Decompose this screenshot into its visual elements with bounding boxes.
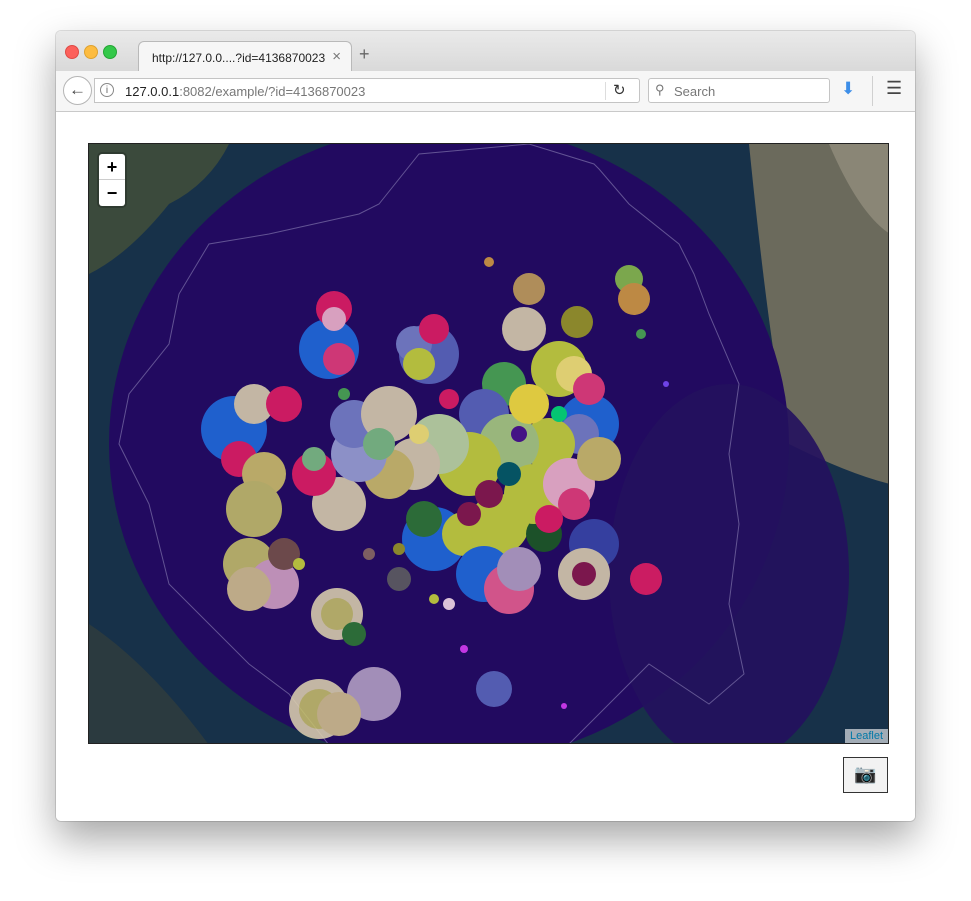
point — [573, 373, 605, 405]
zoom-window-button[interactable] — [103, 45, 117, 59]
back-button[interactable]: ← — [63, 76, 92, 105]
point — [513, 273, 545, 305]
point — [630, 563, 662, 595]
point — [502, 307, 546, 351]
title-bar: http://127.0.0....?id=4136870023 × + — [56, 31, 915, 72]
map-canvas — [89, 144, 888, 743]
search-field[interactable]: ⚲ Search — [648, 78, 830, 103]
point — [419, 314, 449, 344]
point — [338, 388, 350, 400]
point — [663, 381, 669, 387]
point — [293, 558, 305, 570]
screenshot-button[interactable]: 📷 — [843, 757, 888, 793]
search-icon: ⚲ — [655, 82, 665, 97]
url-text[interactable]: 127.0.0.1:8082/example/?id=4136870023 — [125, 84, 365, 99]
point — [403, 348, 435, 380]
new-tab-button[interactable]: + — [359, 45, 370, 63]
browser-tab[interactable]: http://127.0.0....?id=4136870023 × — [138, 41, 352, 72]
zoom-out-button[interactable]: − — [99, 180, 125, 206]
zoom-in-button[interactable]: + — [99, 154, 125, 180]
point — [476, 671, 512, 707]
point — [558, 488, 590, 520]
map-container[interactable]: + − Leaflet — [88, 143, 889, 744]
point — [226, 481, 282, 537]
camera-icon: 📷 — [854, 764, 877, 784]
point — [266, 386, 302, 422]
tab-title: http://127.0.0....?id=4136870023 — [152, 51, 326, 65]
point — [443, 598, 455, 610]
close-window-button[interactable] — [65, 45, 79, 59]
browser-window: http://127.0.0....?id=4136870023 × + ← i… — [56, 31, 915, 821]
point — [227, 567, 271, 611]
point — [475, 480, 503, 508]
point — [457, 502, 481, 526]
point — [342, 622, 366, 646]
point — [460, 645, 468, 653]
minimize-window-button[interactable] — [84, 45, 98, 59]
point — [387, 567, 411, 591]
point — [577, 437, 621, 481]
url-path: :8082/example/?id=4136870023 — [179, 84, 366, 99]
nav-toolbar: ← i 127.0.0.1:8082/example/?id=413687002… — [56, 71, 915, 112]
point — [484, 257, 494, 267]
point — [302, 447, 326, 471]
url-bar[interactable]: i 127.0.0.1:8082/example/?id=4136870023 … — [94, 78, 640, 103]
point — [323, 343, 355, 375]
zoom-control: + − — [99, 154, 125, 206]
point — [511, 426, 527, 442]
toolbar-divider — [872, 76, 873, 106]
point — [561, 306, 593, 338]
url-divider — [605, 82, 606, 100]
search-placeholder: Search — [674, 84, 716, 99]
info-icon[interactable]: i — [100, 83, 114, 97]
point — [497, 547, 541, 591]
point — [322, 307, 346, 331]
point — [572, 562, 596, 586]
url-host: 127.0.0.1 — [125, 84, 180, 99]
tab-close-icon[interactable]: × — [332, 48, 341, 65]
point — [406, 501, 442, 537]
point — [393, 543, 405, 555]
point — [535, 505, 563, 533]
point — [618, 283, 650, 315]
page-content: + − Leaflet 📷 — [56, 112, 915, 821]
point — [317, 692, 361, 736]
point — [429, 594, 439, 604]
point — [439, 389, 459, 409]
download-icon[interactable]: ⬇ — [841, 79, 855, 99]
point — [509, 384, 549, 424]
hamburger-menu-icon[interactable]: ☰ — [886, 78, 902, 99]
point — [409, 424, 429, 444]
point — [363, 548, 375, 560]
point — [551, 406, 567, 422]
point — [497, 462, 521, 486]
reload-icon[interactable]: ↻ — [613, 81, 626, 99]
point — [363, 428, 395, 460]
attribution-link[interactable]: Leaflet — [844, 729, 888, 743]
point — [636, 329, 646, 339]
point — [561, 703, 567, 709]
